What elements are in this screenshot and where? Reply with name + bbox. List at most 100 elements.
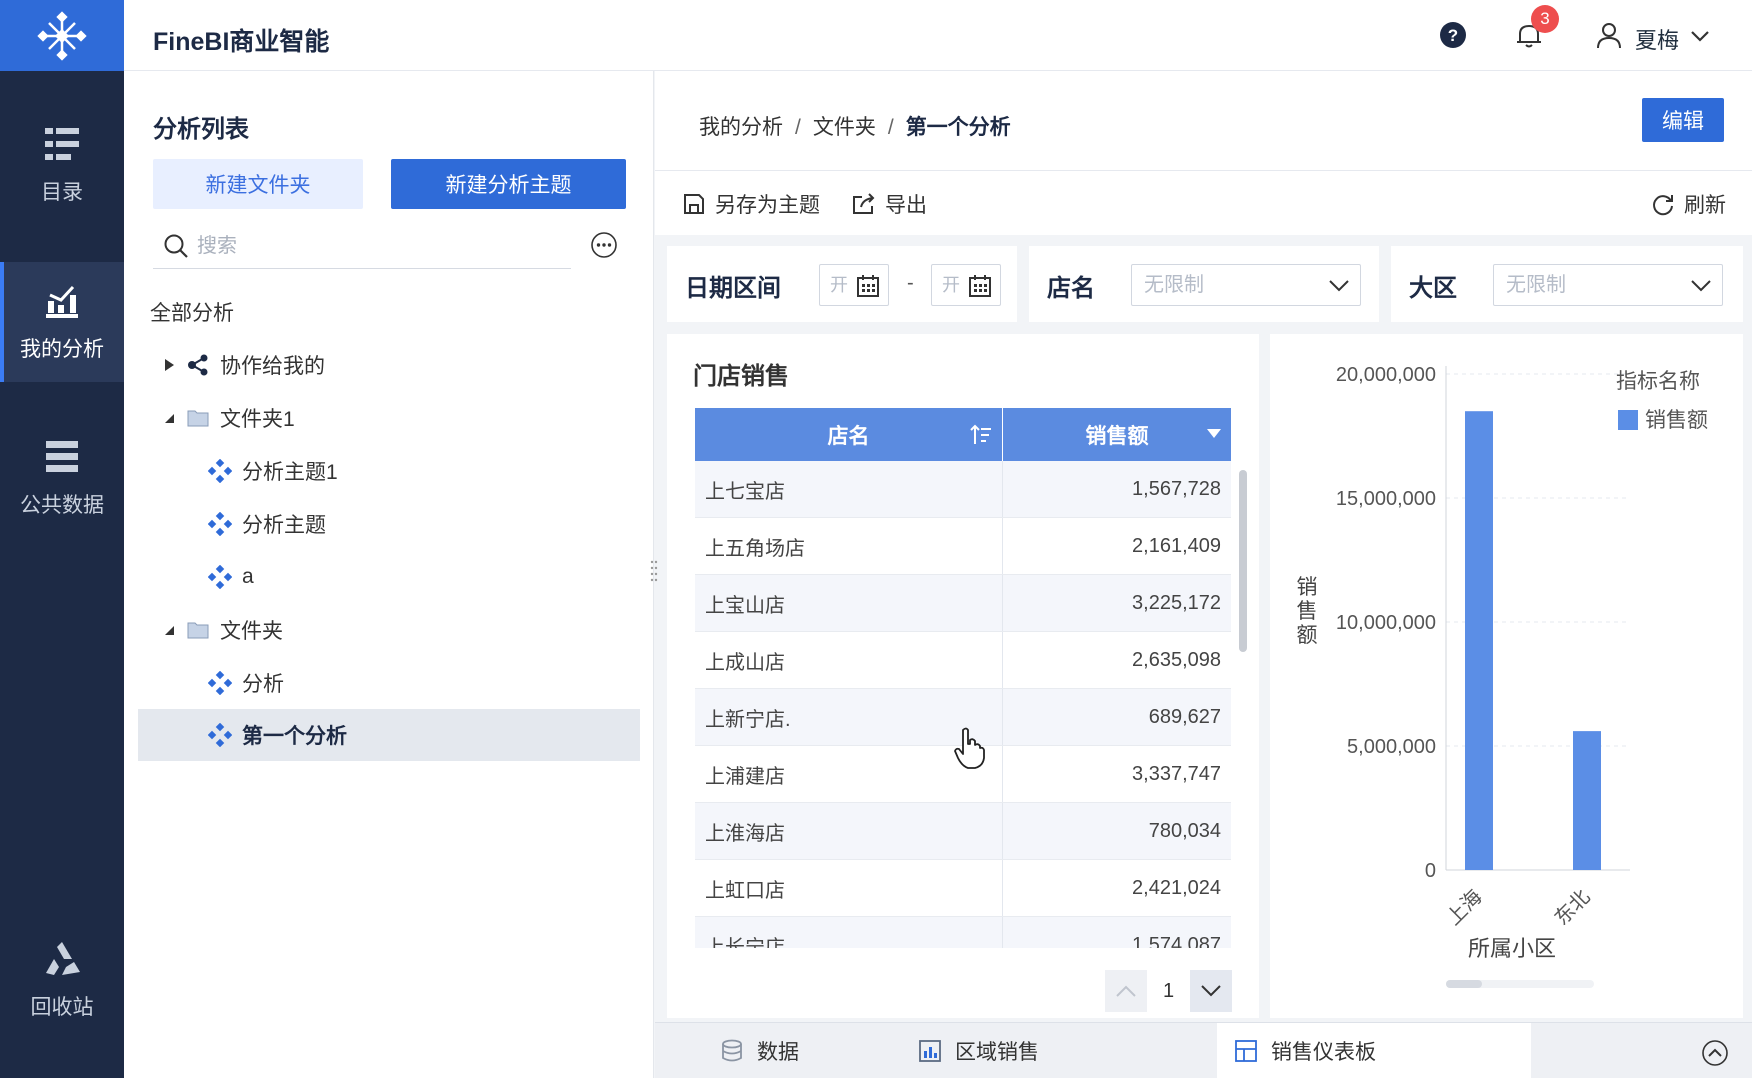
collapse-icon[interactable] <box>1701 1039 1729 1067</box>
nav-recycle-bin[interactable]: 回收站 <box>0 920 124 1040</box>
date-end-input[interactable]: 开 <box>931 264 1001 306</box>
sort-icon[interactable] <box>970 424 992 446</box>
table-row[interactable]: 上虹口店 2,421,024 <box>695 860 1231 917</box>
store-filter-label: 店名 <box>1047 275 1095 302</box>
y-axis-label: 销 <box>1297 576 1318 599</box>
nav-public-data-label: 公共数据 <box>20 494 104 517</box>
y-tick-label: 5,000,000 <box>1347 736 1436 758</box>
region-select-value: 无限制 <box>1506 274 1566 296</box>
table-header: 店名 销售额 <box>695 408 1231 461</box>
refresh-button[interactable]: 刷新 <box>1650 189 1726 219</box>
table-row[interactable]: 上宝山店 3,225,172 <box>695 575 1231 632</box>
nav-public-data[interactable]: 公共数据 <box>0 418 124 538</box>
hand-cursor-icon <box>954 727 985 769</box>
x-tick-label: 上海 <box>1442 885 1487 930</box>
table-row[interactable]: 上七宝店 1,567,728 <box>695 461 1231 518</box>
date-range-filter: 日期区间 开 - 开 <box>667 246 1017 322</box>
date-start-input[interactable]: 开 <box>819 264 889 306</box>
analysis-topic-icon <box>208 565 232 589</box>
analysis-topic-icon <box>208 459 232 483</box>
export-icon <box>853 193 875 214</box>
user-icon[interactable] <box>1594 20 1624 50</box>
caret-down-icon[interactable] <box>162 411 176 425</box>
nav-my-analysis[interactable]: 我的分析 <box>0 262 124 382</box>
y-tick-label: 0 <box>1425 860 1436 882</box>
breadcrumb-item[interactable]: 文件夹 <box>813 116 876 139</box>
table-row[interactable]: 上五角场店 2,161,409 <box>695 518 1231 575</box>
new-topic-button[interactable]: 新建分析主题 <box>391 159 626 209</box>
help-icon[interactable]: ? <box>1439 21 1467 49</box>
chevron-down-icon <box>1329 280 1349 292</box>
breadcrumb-item[interactable]: 我的分析 <box>699 116 783 139</box>
tree-item-analysis[interactable]: 分析 <box>208 657 568 709</box>
tab-label: 区域销售 <box>955 1041 1039 1064</box>
new-folder-button[interactable]: 新建文件夹 <box>153 159 363 209</box>
tree-item-topic1[interactable]: 分析主题1 <box>208 445 568 497</box>
widget-title: 门店销售 <box>693 363 789 390</box>
region-select[interactable]: 无限制 <box>1493 264 1723 306</box>
table-row[interactable]: 上淮海店 780,034 <box>695 803 1231 860</box>
edit-button[interactable]: 编辑 <box>1642 98 1724 142</box>
tab-region-sales[interactable]: 区域销售 <box>917 1023 1117 1078</box>
breadcrumb: 我的分析 / 文件夹 / 第一个分析 <box>699 116 1011 139</box>
tree-item-a[interactable]: a <box>208 551 568 603</box>
left-nav: 目录 我的分析 公共数据 回收站 <box>0 0 124 1078</box>
legend-label: 销售额 <box>1645 409 1708 432</box>
tab-sales-dashboard[interactable]: 销售仪表板 <box>1217 1023 1531 1078</box>
column-header-sales[interactable]: 销售额 <box>1003 408 1231 461</box>
bar-上海 <box>1465 411 1493 870</box>
tree-item-label: 文件夹 <box>220 620 283 643</box>
tree-item-label: 文件夹1 <box>220 408 295 431</box>
column-header-store[interactable]: 店名 <box>695 408 1003 461</box>
search-input[interactable] <box>197 229 557 263</box>
tree-item-label: 分析主题1 <box>242 461 338 484</box>
nav-catalog-label: 目录 <box>41 181 83 204</box>
caret-down-icon[interactable] <box>1207 429 1221 439</box>
cell-store-name: 上成山店 <box>695 632 1003 688</box>
list-title: 分析列表 <box>153 116 249 143</box>
save-as-topic-button[interactable]: 另存为主题 <box>681 189 820 219</box>
caret-right-icon[interactable] <box>162 358 176 372</box>
export-button[interactable]: 导出 <box>851 189 927 219</box>
tree-item-folder1[interactable]: 文件夹1 <box>162 392 562 444</box>
store-select[interactable]: 无限制 <box>1131 264 1361 306</box>
panel-resize-handle[interactable] <box>649 558 659 588</box>
tree-item-first-analysis[interactable]: 第一个分析 <box>138 709 640 761</box>
refresh-label: 刷新 <box>1684 194 1726 217</box>
save-as-topic-label: 另存为主题 <box>715 194 820 217</box>
chevron-down-icon <box>1201 985 1221 997</box>
date-start-placeholder: 开 <box>830 275 848 295</box>
date-end-placeholder: 开 <box>942 275 960 295</box>
bar-chart-icon <box>919 1040 941 1062</box>
notification-badge: 3 <box>1531 5 1559 33</box>
tree-item-topic[interactable]: 分析主题 <box>208 498 568 550</box>
cell-store-name: 上淮海店 <box>695 803 1003 859</box>
bottom-tab-bar: 数据 区域销售 销售仪表板 <box>655 1022 1752 1078</box>
app-logo[interactable] <box>0 0 124 71</box>
page-number: 1 <box>1163 980 1175 1002</box>
page-next-button[interactable] <box>1190 970 1232 1012</box>
table-row[interactable]: 上成山店 2,635,098 <box>695 632 1231 689</box>
nav-catalog[interactable]: 目录 <box>0 105 124 225</box>
more-options-icon[interactable] <box>590 231 618 259</box>
table-row[interactable]: 上长宁店 1,574,087 <box>695 917 1231 948</box>
tree-item-folder[interactable]: 文件夹 <box>162 604 562 656</box>
caret-down-icon[interactable] <box>162 623 176 637</box>
table-scrollbar[interactable] <box>1239 470 1247 652</box>
username[interactable]: 夏梅 <box>1635 23 1679 55</box>
x-tick-label: 东北 <box>1550 885 1595 930</box>
tree-item-label: 第一个分析 <box>242 725 347 748</box>
dashboard-toolbar: 另存为主题 导出 刷新 <box>655 171 1752 235</box>
breadcrumb-current: 第一个分析 <box>905 116 1011 139</box>
cell-store-name: 上宝山店 <box>695 575 1003 631</box>
table-body: 上七宝店 1,567,728 上五角场店 2,161,409 上宝山店 3,225,172… <box>695 461 1231 948</box>
cell-sales-amount: 3,225,172 <box>1132 591 1221 614</box>
tree-item-shared-with-me[interactable]: 协作给我的 <box>162 339 562 391</box>
region-sales-chart: 0 5,000,000 10,000,000 15,000,000 20,000,000… <box>1297 364 1708 988</box>
cell-sales-amount: 2,421,024 <box>1132 876 1221 899</box>
chevron-down-icon[interactable] <box>1689 26 1711 46</box>
legend-swatch <box>1618 410 1638 430</box>
page-prev-button[interactable] <box>1105 970 1147 1012</box>
tab-data[interactable]: 数据 <box>717 1023 877 1078</box>
tree-root-all-analysis[interactable]: 全部分析 <box>150 297 234 327</box>
